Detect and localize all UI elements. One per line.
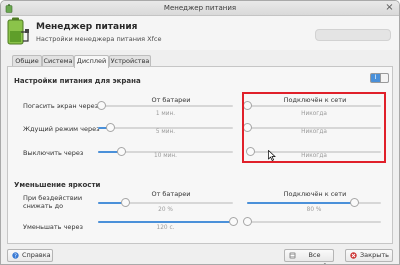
header-title: Менеджер питания xyxy=(36,22,138,32)
display-power-toggle[interactable]: I xyxy=(370,73,389,83)
power-manager-window: Менеджер питания × Менеджер питания Наст… xyxy=(0,0,400,265)
switch-off-battery-value: 10 мин. xyxy=(154,153,177,159)
blank-screen-label: Погасить экран через xyxy=(23,102,99,110)
header-subtitle: Настройки менеджера питания Xfce xyxy=(36,35,162,43)
help-button[interactable]: ? Справка xyxy=(7,249,53,262)
inactivity-label-line1: При бездействии xyxy=(23,194,83,202)
brightness-battery-header: От батареи xyxy=(151,190,191,198)
all-settings-button[interactable]: Все настройки xyxy=(284,249,335,264)
sleep-mode-battery-value: 5 мин. xyxy=(155,129,176,135)
blank-screen-battery-value: 1 мин. xyxy=(155,111,176,117)
brightness-ac-header: Подключён к сети xyxy=(283,190,347,198)
battery-icon xyxy=(7,17,29,45)
reduce-after-battery-slider[interactable] xyxy=(98,217,238,226)
all-settings-button-label: Все настройки xyxy=(299,251,335,264)
window-title: Менеджер питания xyxy=(163,4,237,12)
brightness-ac-slider[interactable] xyxy=(247,198,381,207)
mouse-pointer-icon xyxy=(268,150,276,161)
reduce-after-ac-slider[interactable] xyxy=(243,217,381,226)
brightness-ac-value: 80 % xyxy=(306,207,322,213)
brightness-section-title: Уменьшение яркости xyxy=(14,181,101,189)
slider-handle[interactable] xyxy=(96,101,106,110)
help-button-label: Справка xyxy=(22,251,51,259)
toggle-thumb xyxy=(380,74,388,82)
sleep-mode-label: Ждущий режим через xyxy=(23,125,100,133)
ac-column-highlight xyxy=(242,92,386,163)
slider-handle[interactable] xyxy=(243,217,252,226)
column-battery-header: От батареи xyxy=(151,96,191,104)
inactivity-label-line2: снижать до xyxy=(23,202,64,210)
brightness-battery-slider[interactable] xyxy=(98,198,233,207)
slider-handle[interactable] xyxy=(121,198,130,207)
close-window-icon[interactable]: × xyxy=(384,3,395,14)
brightness-battery-value: 20 % xyxy=(158,207,173,213)
switch-off-label: Выключить через xyxy=(23,149,84,157)
close-icon xyxy=(350,252,357,259)
tab-display[interactable]: Дисплей xyxy=(74,55,109,68)
toggle-on-label: I xyxy=(374,74,377,81)
dialog-header: Менеджер питания Настройки менеджера пит… xyxy=(1,16,399,50)
reduce-after-label: Уменьшать через xyxy=(23,223,83,231)
close-button[interactable]: Закрыть xyxy=(345,249,393,262)
close-button-label: Закрыть xyxy=(360,251,389,259)
title-bar[interactable]: Менеджер питания × xyxy=(1,1,399,16)
help-icon: ? xyxy=(12,252,19,259)
reduce-after-battery-value: 120 с. xyxy=(156,225,175,231)
display-section-title: Настройки питания для экрана xyxy=(14,77,141,85)
svg-text:?: ? xyxy=(14,254,17,260)
search-field[interactable] xyxy=(315,29,391,41)
settings-icon xyxy=(289,252,296,259)
blank-screen-battery-slider[interactable] xyxy=(96,101,233,110)
